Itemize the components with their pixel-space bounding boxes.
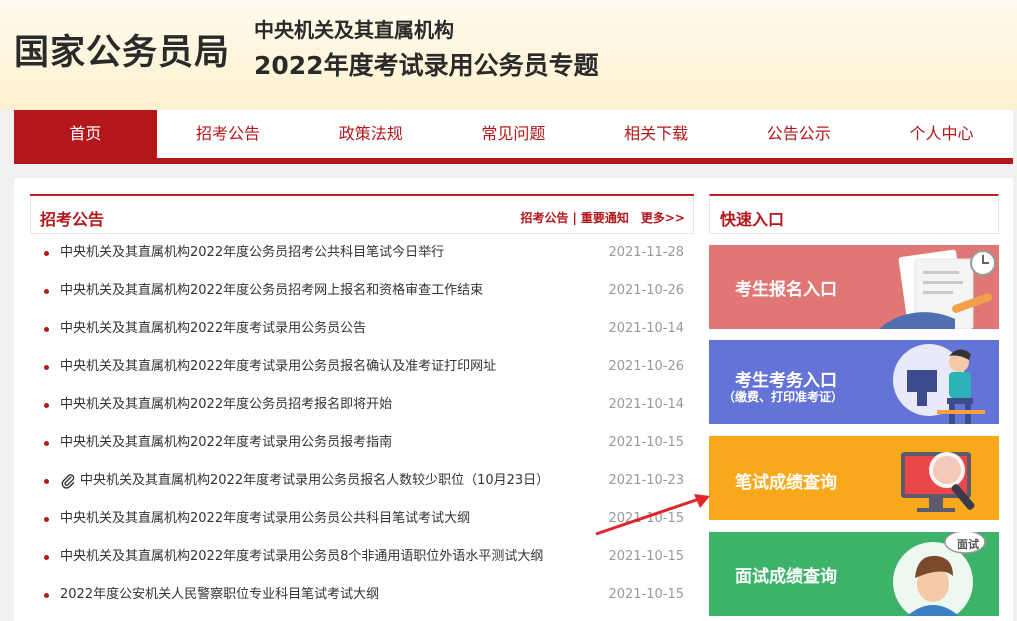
paperclip-icon [61, 473, 75, 489]
list-item[interactable]: 中央机关及其直属机构2022年度考试录用公务员公告 2021-10-14 [30, 310, 694, 348]
bullet-icon [44, 365, 49, 370]
nav-policies[interactable]: 政策法规 [299, 110, 442, 158]
bullet-icon [44, 327, 49, 332]
notice-date: 2021-10-26 [608, 359, 684, 374]
interview-score-query-label: 面试成绩查询 [735, 567, 837, 587]
bullet-icon [44, 289, 49, 294]
quick-access-header: 快速入口 [709, 194, 999, 234]
nav-public-notices[interactable]: 公告公示 [727, 110, 870, 158]
notice-date: 2021-10-14 [608, 321, 684, 336]
notice-header: 招考公告 招考公告 | 重要通知 更多>> [30, 196, 694, 234]
exam-affairs-entry-sublabel: （缴费、打印准考证） [723, 390, 844, 404]
bullet-icon [44, 479, 49, 484]
notice-date: 2021-11-28 [608, 245, 684, 260]
notice-text[interactable]: 中央机关及其直属机构2022年度考试录用公务员公共科目笔试考试大纲 [60, 511, 470, 526]
bullet-icon [44, 593, 49, 598]
interview-score-query-button[interactable]: 面试成绩查询 面试 [709, 532, 999, 616]
notice-text[interactable]: 2022年度公安机关人民警察职位专业科目笔试考试大纲 [60, 587, 379, 602]
notice-panel-title: 招考公告 [40, 210, 105, 229]
more-link[interactable]: 更多>> [641, 211, 685, 225]
link-announcements[interactable]: 招考公告 [520, 211, 568, 225]
list-item[interactable]: 中央机关及其直属机构2022年度公务员招考公共科目笔试今日举行 2021-11-2… [30, 234, 694, 272]
notice-panel: 招考公告 招考公告 | 重要通知 更多>> 中央机关及其直属机构2022年度公务员招考… [30, 194, 694, 621]
link-separator: | [572, 211, 577, 225]
red-arrow-annotation-icon [595, 494, 710, 536]
quick-access-title: 快速入口 [720, 210, 785, 229]
written-score-query-button[interactable]: 笔试成绩查询 [709, 436, 999, 520]
list-item[interactable]: 中央机关及其直属机构2022年度考试录用公务员报名确认及准考证打印网址 2021-… [30, 348, 694, 386]
written-score-query-label: 笔试成绩查询 [735, 473, 837, 493]
notice-text[interactable]: 中央机关及其直属机构2022年度公务员招考网上报名和资格审查工作结束 [60, 283, 483, 298]
main-content: 招考公告 招考公告 | 重要通知 更多>> 中央机关及其直属机构2022年度公务员招考… [14, 178, 1013, 621]
notice-date: 2021-10-15 [608, 587, 684, 602]
notice-text[interactable]: 中央机关及其直属机构2022年度考试录用公务员报名确认及准考证打印网址 [60, 359, 496, 374]
notice-text[interactable]: 中央机关及其直属机构2022年度公务员招考公共科目笔试今日举行 [60, 245, 444, 260]
nav-downloads[interactable]: 相关下载 [585, 110, 728, 158]
person-at-computer-icon [893, 344, 985, 424]
list-item[interactable]: 中央机关及其直属机构2022年度公务员招考网上报名和资格审查工作结束 2021-1… [30, 272, 694, 310]
registration-entry-label: 考生报名入口 [735, 280, 837, 300]
monitor-magnifier-icon [901, 452, 975, 512]
notice-links: 招考公告 | 重要通知 更多>> [520, 209, 685, 226]
notice-text[interactable]: 中央机关及其直属机构2022年度考试录用公务员公告 [60, 321, 366, 336]
sub-title-topic: 2022年度考试录用公务员专题 [254, 51, 599, 80]
document-form-icon [879, 249, 996, 329]
nav-home[interactable]: 首页 [14, 110, 157, 158]
notice-list: 中央机关及其直属机构2022年度公务员招考公共科目笔试今日举行 2021-11-2… [30, 234, 694, 614]
bullet-icon [44, 441, 49, 446]
notice-text[interactable]: 中央机关及其直属机构2022年度考试录用公务员报名人数较少职位（10月23日） [80, 473, 549, 488]
exam-affairs-entry-button[interactable]: 考生考务入口 （缴费、打印准考证） [709, 340, 999, 424]
notice-text[interactable]: 中央机关及其直属机构2022年度公务员招考报名即将开始 [60, 397, 392, 412]
link-important-notices[interactable]: 重要通知 [581, 211, 629, 225]
sub-title-agency: 中央机关及其直属机构 [254, 18, 454, 42]
site-name[interactable]: 国家公务员局 [14, 24, 230, 75]
registration-entry-button[interactable]: 考生报名入口 [709, 245, 999, 329]
notice-text[interactable]: 中央机关及其直属机构2022年度考试录用公务员8个非通用语职位外语水平测试大纲 [60, 549, 543, 564]
list-item[interactable]: 中央机关及其直属机构2022年度公务员招考报名即将开始 2021-10-14 [30, 386, 694, 424]
bullet-icon [44, 403, 49, 408]
list-item[interactable]: 2022年度公安机关人民警察职位专业科目笔试考试大纲 2021-10-15 [30, 576, 694, 614]
notice-date: 2021-10-26 [608, 283, 684, 298]
notice-text[interactable]: 中央机关及其直属机构2022年度考试录用公务员报考指南 [60, 435, 392, 450]
bullet-icon [44, 555, 49, 560]
interview-speech-bubble: 面试 [957, 538, 979, 551]
nav-personal-center[interactable]: 个人中心 [870, 110, 1013, 158]
nav-faq[interactable]: 常见问题 [442, 110, 585, 158]
nav-announcements[interactable]: 招考公告 [157, 110, 300, 158]
notice-date: 2021-10-15 [608, 435, 684, 450]
bullet-icon [44, 517, 49, 522]
interviewee-avatar-icon [893, 532, 986, 616]
site-header: 国家公务员局 中央机关及其直属机构 2022年度考试录用公务员专题 [0, 0, 1017, 110]
notice-date: 2021-10-14 [608, 397, 684, 412]
bullet-icon [44, 251, 49, 256]
list-item[interactable]: 中央机关及其直属机构2022年度考试录用公务员报考指南 2021-10-15 [30, 424, 694, 462]
main-nav: 首页 招考公告 政策法规 常见问题 相关下载 公告公示 个人中心 [14, 110, 1013, 164]
